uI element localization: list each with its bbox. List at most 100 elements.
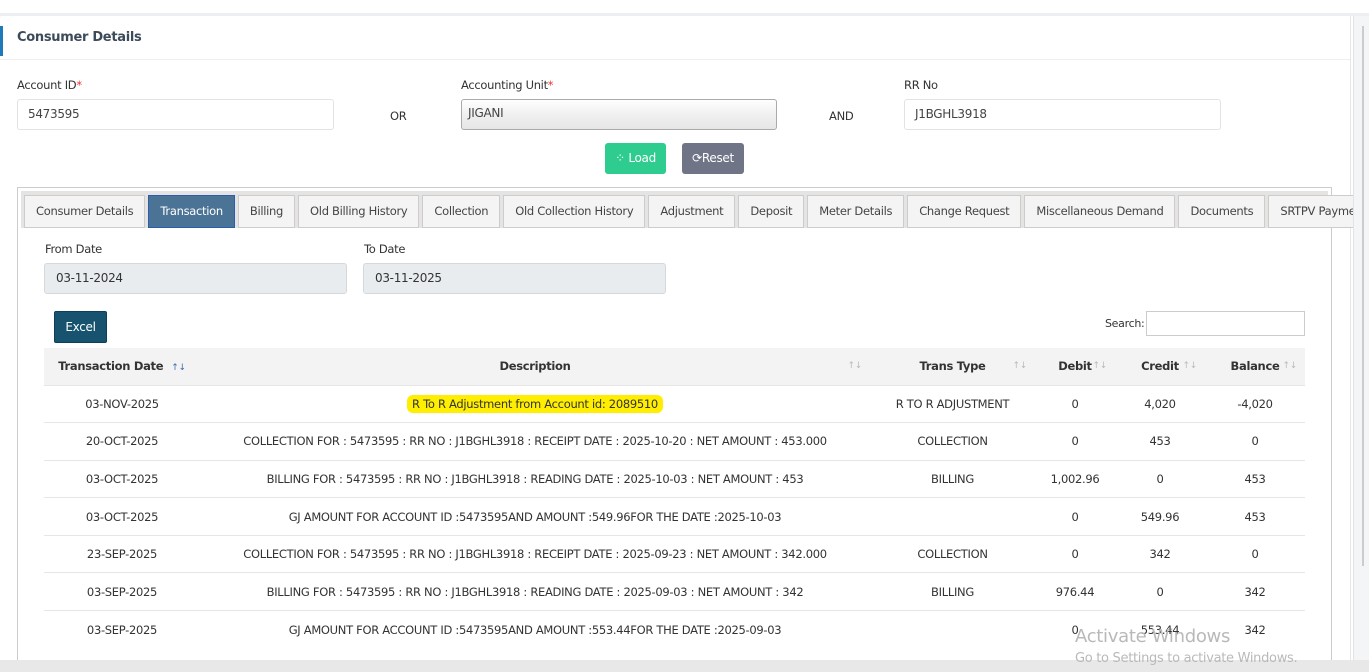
or-label: OR	[390, 109, 407, 123]
sort-icon[interactable]: ↑↓	[848, 361, 863, 371]
windows-watermark-title: Activate Windows	[1075, 626, 1231, 647]
column-label: Credit	[1141, 359, 1179, 374]
cell-description: R To R Adjustment from Account id: 20895…	[200, 384, 870, 423]
transaction-date-text: 03-OCT-2025	[85, 471, 159, 486]
load-button[interactable]: ⁘ Load	[605, 143, 666, 174]
table-row[interactable]: 03-OCT-2025 BILLING FOR : 5473595 : RR NO…	[44, 459, 1305, 498]
column-label: Trans Type	[919, 359, 986, 374]
tab-old-collection-history[interactable]: Old Collection History	[503, 195, 646, 228]
cell-description: GJ AMOUNT FOR ACCOUNT ID :5473595AND AMO…	[200, 497, 870, 536]
cell-credit: 342	[1115, 534, 1205, 573]
rr-no-input[interactable]: J1BGHL3918	[904, 99, 1221, 130]
scrollbar-thumb[interactable]	[1358, 26, 1364, 566]
cell-trans-type: COLLECTION	[870, 422, 1035, 461]
cell-credit: 0	[1115, 459, 1205, 498]
balance-text: 453	[1244, 509, 1266, 524]
cell-balance: 0	[1205, 422, 1305, 461]
excel-export-button[interactable]: Excel	[54, 311, 107, 343]
page-title: Consumer Details	[17, 30, 142, 45]
description-text: BILLING FOR : 5473595 : RR NO : J1BGHL39…	[266, 471, 804, 486]
cell-trans-type: BILLING	[870, 572, 1035, 611]
tab-transaction[interactable]: Transaction	[148, 195, 235, 228]
from-date-input[interactable]: 03-11-2024	[44, 263, 347, 294]
tab-collection[interactable]: Collection	[422, 195, 501, 228]
debit-text: 0	[1071, 396, 1079, 411]
spinner-icon: ⁘	[615, 151, 629, 165]
tab-consumer-details[interactable]: Consumer Details	[24, 195, 146, 228]
accounting-unit-select[interactable]: JIGANI	[461, 99, 777, 130]
credit-text: 453	[1149, 434, 1171, 449]
trans-type-text: R TO R ADJUSTMENT	[895, 396, 1010, 411]
tab-documents[interactable]: Documents	[1178, 195, 1266, 228]
cell-description: COLLECTION FOR : 5473595 : RR NO : J1BGH…	[200, 534, 870, 573]
cell-description: COLLECTION FOR : 5473595 : RR NO : J1BGH…	[200, 422, 870, 461]
column-header-transaction-date[interactable]: Transaction Date ↑↓	[44, 348, 200, 385]
credit-text: 4,020	[1144, 396, 1176, 411]
debit-text: 1,002.96	[1050, 471, 1100, 486]
transactions-table: Transaction Date ↑↓ Description ↑↓ Trans Typ…	[44, 348, 1305, 649]
cell-transaction-date: 03-OCT-2025	[44, 459, 200, 498]
sort-icon[interactable]: ↑↓	[1093, 361, 1108, 371]
cell-debit: 976.44	[1035, 572, 1115, 611]
sort-icon[interactable]: ↑↓	[1283, 361, 1298, 371]
tab-adjustment[interactable]: Adjustment	[648, 195, 736, 228]
cell-trans-type	[870, 610, 1035, 649]
transaction-date-text: 20-OCT-2025	[85, 434, 159, 449]
column-header-debit[interactable]: Debit ↑↓	[1035, 348, 1115, 385]
cell-transaction-date: 23-SEP-2025	[44, 534, 200, 573]
table-row[interactable]: 20-OCT-2025 COLLECTION FOR : 5473595 : RR…	[44, 422, 1305, 461]
cell-description: GJ AMOUNT FOR ACCOUNT ID :5473595AND AMO…	[200, 610, 870, 649]
tab-miscellaneous-demand[interactable]: Miscellaneous Demand	[1024, 195, 1176, 228]
reset-button[interactable]: ⟳Reset	[682, 143, 744, 174]
tab-bar: Consumer Details Transaction Billing Old Bi…	[21, 191, 1369, 228]
accounting-unit-label: Accounting Unit*	[461, 78, 554, 92]
description-text: COLLECTION FOR : 5473595 : RR NO : J1BGH…	[243, 547, 827, 562]
cell-trans-type: R TO R ADJUSTMENT	[870, 384, 1035, 423]
column-header-balance[interactable]: Balance ↑↓	[1205, 348, 1305, 385]
credit-text: 0	[1156, 584, 1164, 599]
account-id-label: Account ID*	[17, 78, 82, 92]
debit-text: 0	[1071, 434, 1079, 449]
column-label: Balance	[1230, 359, 1280, 374]
description-text: COLLECTION FOR : 5473595 : RR NO : J1BGH…	[243, 434, 827, 449]
sort-icon[interactable]: ↑↓	[171, 363, 186, 373]
cell-debit: 1,002.96	[1035, 459, 1115, 498]
table-row[interactable]: 03-NOV-2025 R To R Adjustment from Accoun…	[44, 384, 1305, 423]
tab-billing[interactable]: Billing	[237, 195, 296, 228]
transaction-date-text: 03-OCT-2025	[85, 509, 159, 524]
account-id-input[interactable]: 5473595	[17, 99, 334, 130]
cell-transaction-date: 03-OCT-2025	[44, 497, 200, 536]
vertical-scrollbar[interactable]	[1353, 16, 1369, 660]
tab-deposit[interactable]: Deposit	[738, 195, 805, 228]
cell-description: BILLING FOR : 5473595 : RR NO : J1BGHL39…	[200, 572, 870, 611]
cell-transaction-date: 03-SEP-2025	[44, 572, 200, 611]
cell-trans-type: BILLING	[870, 459, 1035, 498]
balance-text: -4,020	[1237, 396, 1273, 411]
accent-bar	[0, 26, 3, 56]
tab-old-billing-history[interactable]: Old Billing History	[298, 195, 420, 228]
column-label: Debit	[1058, 359, 1092, 374]
sort-icon[interactable]: ↑↓	[1013, 361, 1028, 371]
to-date-label: To Date	[364, 242, 406, 256]
and-label: AND	[829, 109, 854, 123]
cell-balance: 342	[1205, 572, 1305, 611]
cell-balance: 0	[1205, 534, 1305, 573]
cell-balance: 453	[1205, 459, 1305, 498]
column-header-description[interactable]: Description ↑↓	[200, 348, 870, 385]
tab-meter-details[interactable]: Meter Details	[807, 195, 905, 228]
credit-text: 549.96	[1140, 509, 1180, 524]
cell-debit: 0	[1035, 497, 1115, 536]
search-input[interactable]	[1146, 311, 1305, 336]
table-row[interactable]: 03-SEP-2025 BILLING FOR : 5473595 : RR NO…	[44, 572, 1305, 611]
tab-change-request[interactable]: Change Request	[907, 195, 1022, 228]
rr-no-label: RR No	[904, 78, 938, 92]
cell-credit: 453	[1115, 422, 1205, 461]
table-row[interactable]: 03-OCT-2025 GJ AMOUNT FOR ACCOUNT ID :547…	[44, 497, 1305, 536]
column-header-credit[interactable]: Credit ↑↓	[1115, 348, 1205, 385]
sort-icon[interactable]: ↑↓	[1183, 361, 1198, 371]
to-date-input[interactable]: 03-11-2025	[363, 263, 666, 294]
from-date-label: From Date	[45, 242, 102, 256]
description-text: GJ AMOUNT FOR ACCOUNT ID :5473595AND AMO…	[288, 509, 782, 524]
table-row[interactable]: 23-SEP-2025 COLLECTION FOR : 5473595 : RR…	[44, 534, 1305, 573]
column-header-trans-type[interactable]: Trans Type ↑↓	[870, 348, 1035, 385]
